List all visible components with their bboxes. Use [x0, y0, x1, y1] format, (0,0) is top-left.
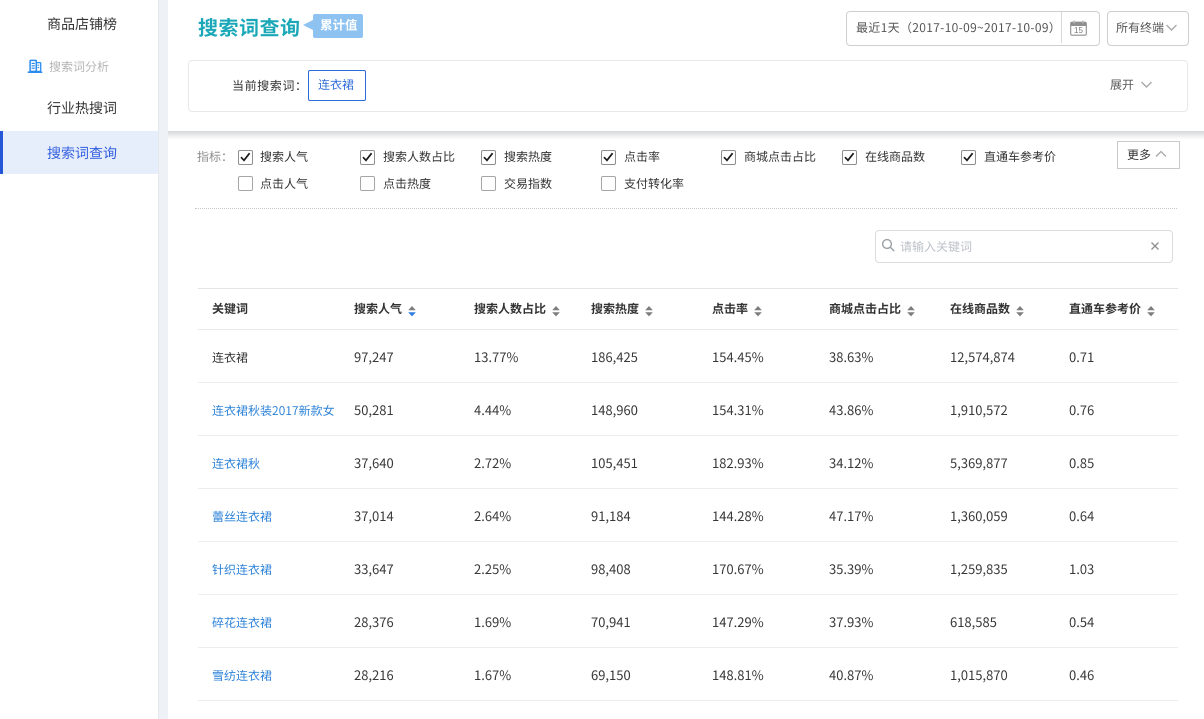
svg-text:15: 15	[1074, 26, 1083, 35]
